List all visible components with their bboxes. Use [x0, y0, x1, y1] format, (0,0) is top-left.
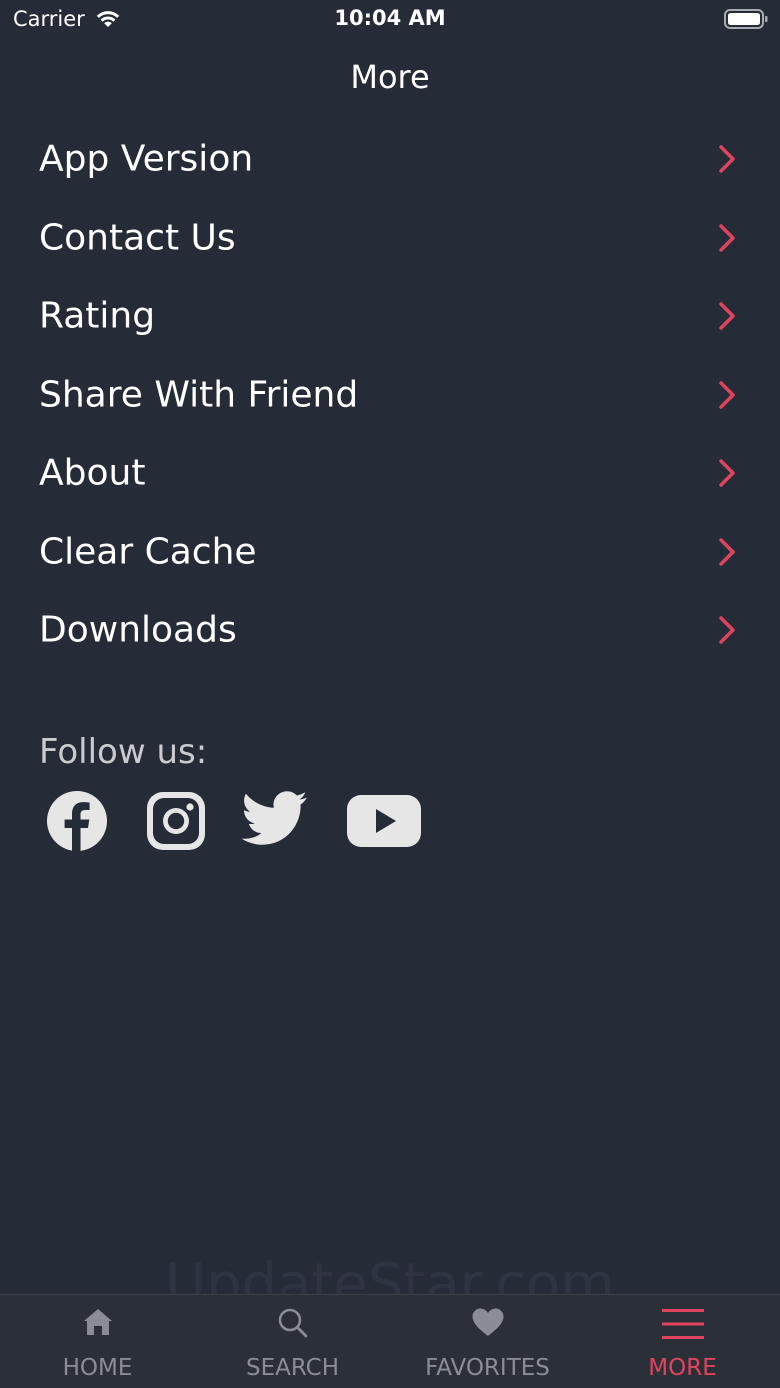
menu-item-rating[interactable]: Rating: [0, 277, 780, 356]
instagram-icon[interactable]: [145, 790, 207, 852]
chevron-right-icon: [719, 145, 735, 173]
chevron-right-icon: [719, 381, 735, 409]
chevron-right-icon: [719, 224, 735, 252]
chevron-right-icon: [719, 302, 735, 330]
tab-bar: HOME SEARCH FAVORITES MORE: [0, 1294, 780, 1388]
menu-item-label: Contact Us: [39, 217, 236, 259]
page-title: More: [350, 58, 430, 96]
tab-label: SEARCH: [245, 1355, 340, 1381]
menu-item-label: Share With Friend: [39, 374, 359, 416]
tab-label: HOME: [62, 1355, 133, 1381]
youtube-icon[interactable]: [346, 794, 422, 848]
menu-item-contact-us[interactable]: Contact Us: [0, 199, 780, 278]
menu-item-label: About: [39, 452, 146, 494]
menu-item-share-with-friend[interactable]: Share With Friend: [0, 356, 780, 435]
search-icon: [278, 1308, 307, 1338]
menu-item-label: Clear Cache: [39, 531, 257, 573]
menu-item-label: Downloads: [39, 609, 237, 651]
tab-favorites[interactable]: FAVORITES: [390, 1295, 585, 1388]
settings-menu-list: App Version Contact Us Rating Share With…: [0, 120, 780, 670]
tab-home[interactable]: HOME: [0, 1295, 195, 1388]
chevron-right-icon: [719, 459, 735, 487]
chevron-right-icon: [719, 616, 735, 644]
tab-label: FAVORITES: [425, 1355, 550, 1381]
twitter-icon[interactable]: [242, 790, 308, 848]
tab-more[interactable]: MORE: [585, 1295, 780, 1388]
battery-icon: [724, 9, 768, 29]
facebook-icon[interactable]: [46, 790, 108, 852]
menu-item-label: App Version: [39, 138, 254, 180]
status-bar: Carrier 10:04 AM: [0, 0, 780, 40]
menu-item-app-version[interactable]: App Version: [0, 120, 780, 199]
menu-item-label: Rating: [39, 295, 156, 337]
home-icon: [83, 1309, 112, 1335]
tab-label: MORE: [648, 1355, 717, 1381]
status-time: 10:04 AM: [334, 6, 446, 30]
chevron-right-icon: [719, 538, 735, 566]
hamburger-menu-icon: [661, 1309, 704, 1339]
menu-item-downloads[interactable]: Downloads: [0, 591, 780, 670]
follow-us-label: Follow us:: [39, 732, 208, 772]
heart-icon: [472, 1308, 503, 1336]
menu-item-clear-cache[interactable]: Clear Cache: [0, 513, 780, 592]
tab-search[interactable]: SEARCH: [195, 1295, 390, 1388]
menu-item-about[interactable]: About: [0, 434, 780, 513]
